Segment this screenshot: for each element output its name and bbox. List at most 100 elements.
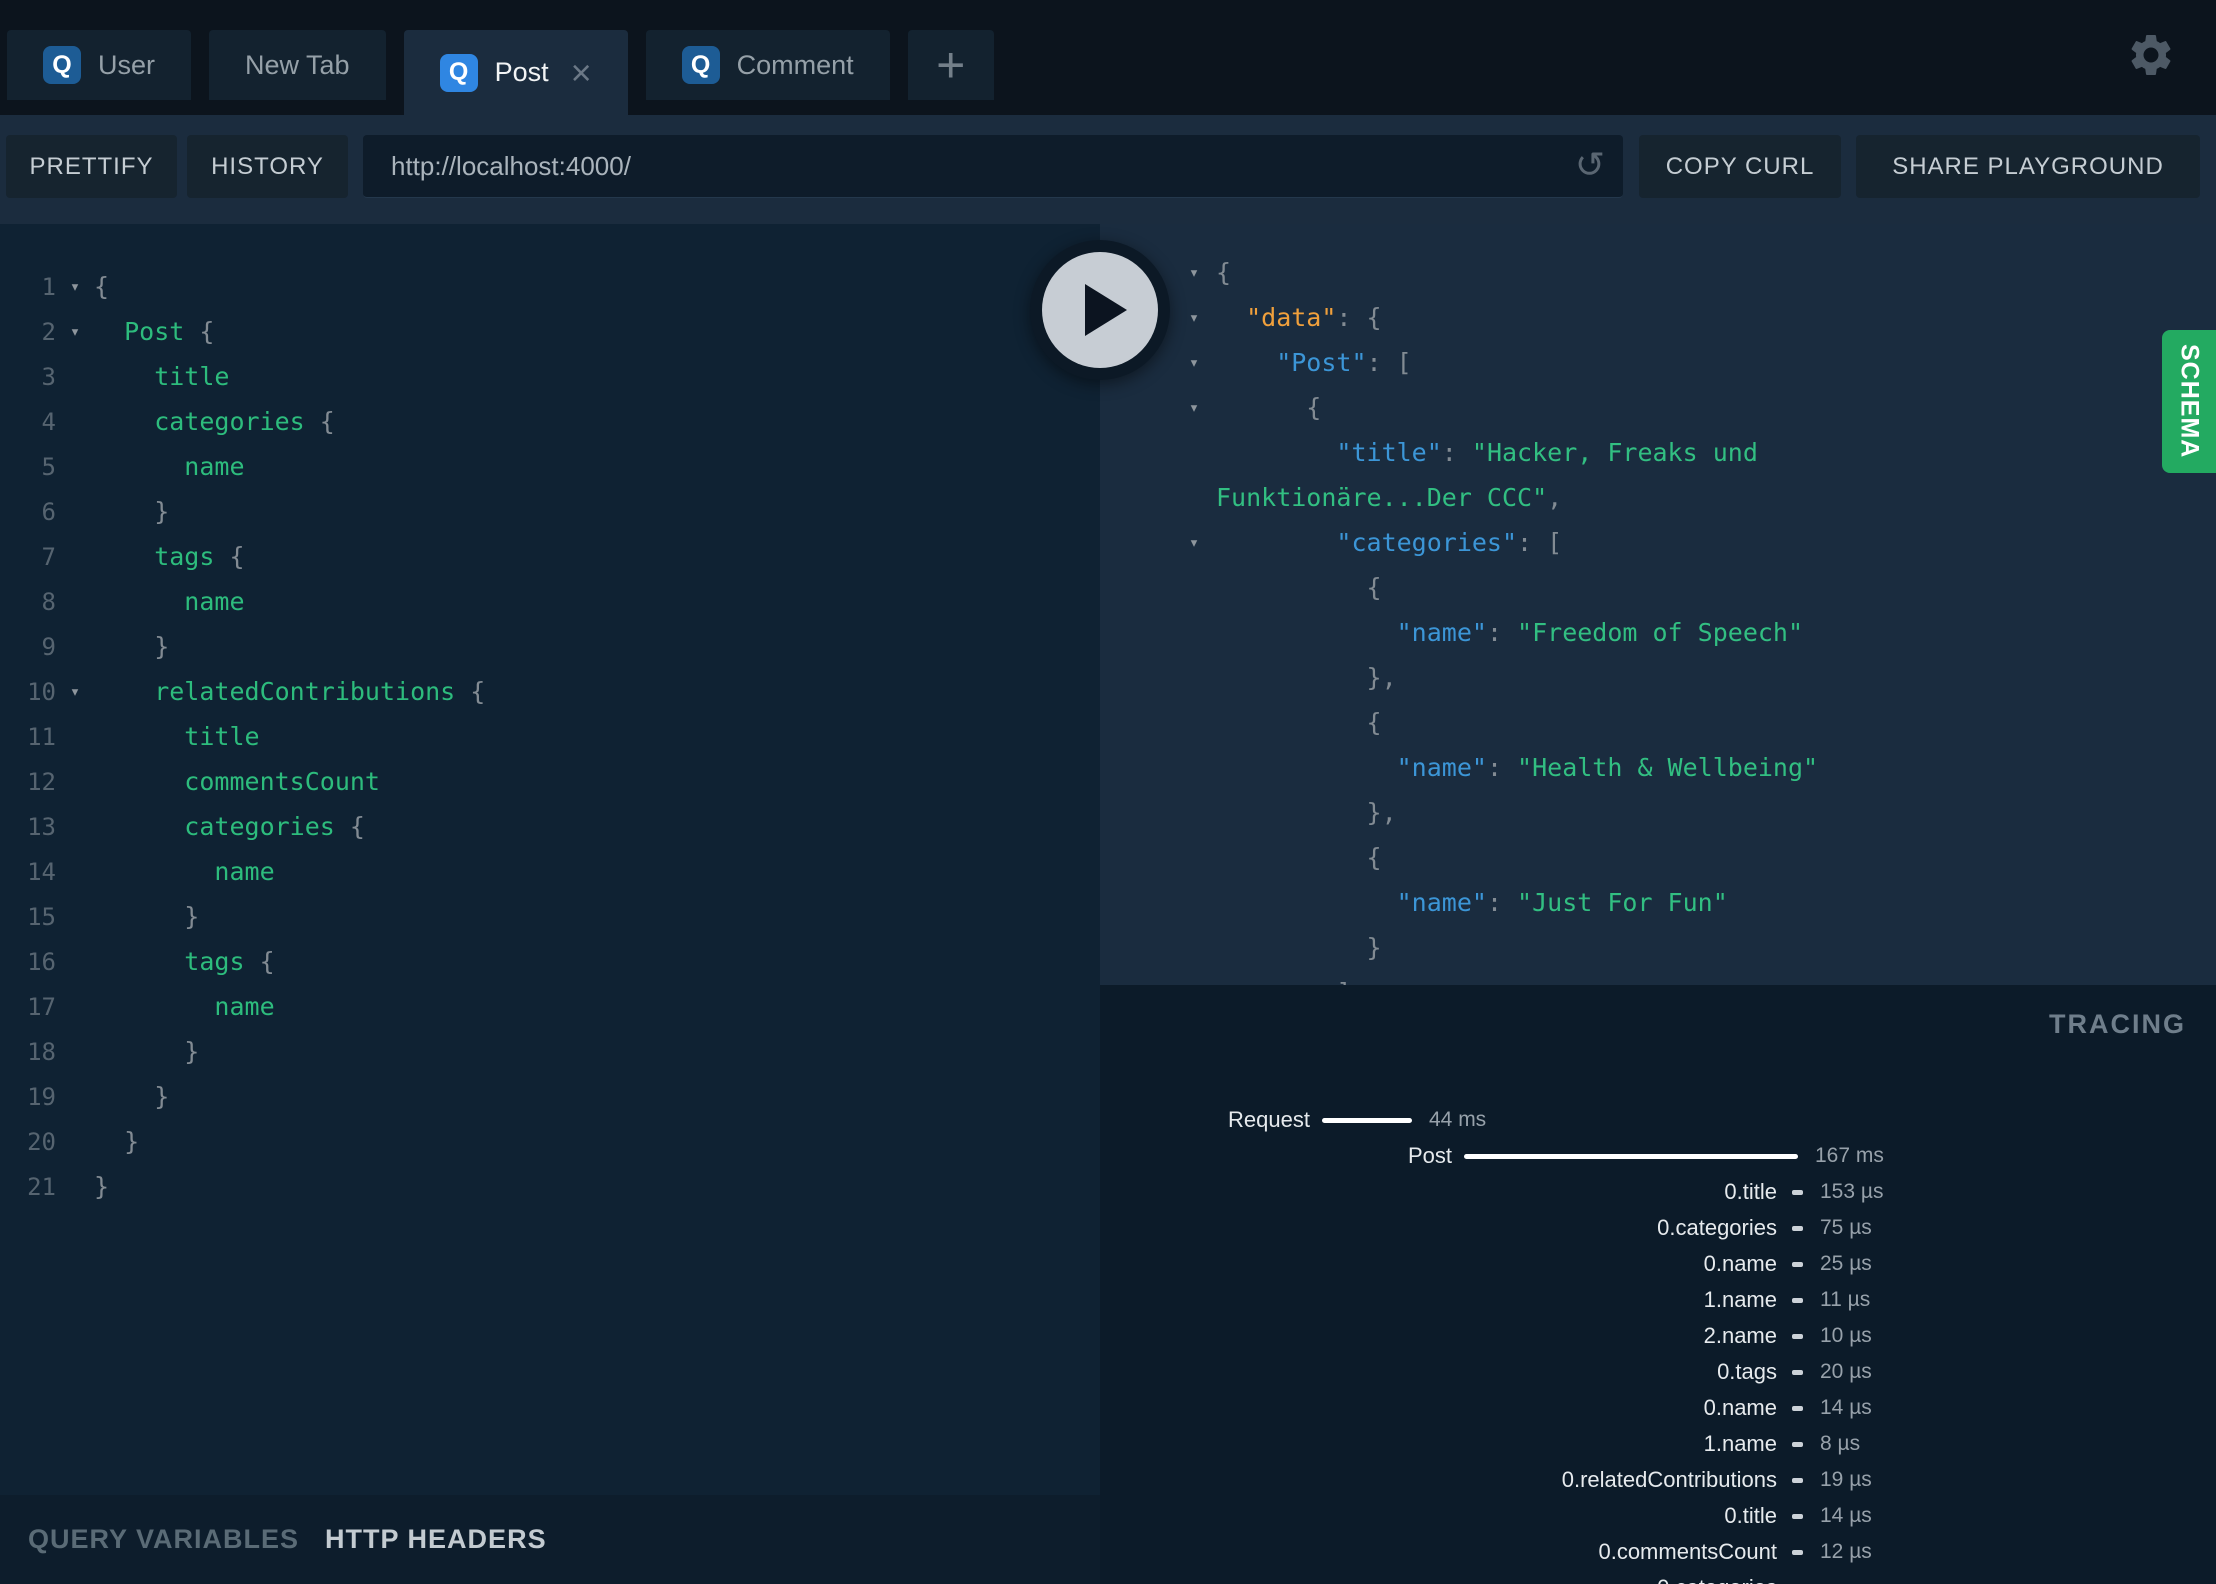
tracing-duration-tick [1792, 1369, 1803, 1375]
tracing-row-value: 44 ms [1429, 1108, 1487, 1131]
editor-line: 13 categories { [0, 804, 1100, 849]
query-variables-toggle[interactable]: QUERY VARIABLES [28, 1524, 299, 1555]
query-badge: Q [43, 46, 81, 84]
tracing-row-label: 2.name [1703, 1323, 1777, 1348]
fold-arrow-icon[interactable]: ▾ [1178, 533, 1210, 553]
tracing-panel-title[interactable]: TRACING [2049, 1009, 2186, 1040]
tracing-duration-tick [1792, 1513, 1803, 1519]
editor-line: 10 ▾ relatedContributions { [0, 669, 1100, 714]
tracing-row-label: Request [1228, 1107, 1310, 1132]
code-text: name [94, 587, 245, 616]
tracing-row: 0.commentsCount 12 µs [1100, 1534, 2216, 1570]
tab-post[interactable]: Q Post × [403, 30, 628, 115]
tracing-rows: Request 44 ms Post 167 ms 0.title 153 µs 0.cat… [1100, 1102, 2216, 1584]
tracing-row-label: 1.name [1703, 1431, 1777, 1456]
tracing-row-label: 0.name [1703, 1251, 1777, 1276]
tracing-row: 0.title 153 µs [1100, 1174, 2216, 1210]
tracing-duration-tick [1792, 1297, 1803, 1303]
gear-icon [2126, 35, 2176, 83]
code-text: relatedContributions { [94, 677, 486, 706]
tab-user[interactable]: Q User [7, 30, 192, 100]
code-text: name [94, 992, 275, 1021]
editor-line: 15 } [0, 894, 1100, 939]
close-icon[interactable]: × [571, 54, 592, 91]
response-line: Funktionäre...Der CCC", [1216, 483, 1563, 512]
editor-line: 21} [0, 1164, 1100, 1209]
tracing-duration-tick [1792, 1225, 1803, 1231]
share-playground-button[interactable]: SHARE PLAYGROUND [1856, 135, 2200, 198]
query-editor[interactable]: 1 ▾{2 ▾ Post {3 title 4 categories {5 name 6… [0, 224, 1100, 1495]
reload-icon[interactable]: ↺ [1575, 143, 1605, 186]
editor-line: 8 name [0, 579, 1100, 624]
graphql-playground: Q User New Tab Q Post × Q Comment + PRETTIFY HIS… [0, 0, 2216, 1584]
line-number: 14 [27, 857, 56, 886]
line-number: 9 [41, 632, 56, 661]
response-line: ▾ { [1100, 385, 2216, 430]
fold-arrow-icon[interactable]: ▾ [1178, 308, 1210, 328]
schema-tab-button[interactable]: SCHEMA [2162, 330, 2216, 473]
response-line: ▾{ [1100, 250, 2216, 295]
tab-comment[interactable]: Q Comment [645, 30, 890, 100]
plus-icon: + [936, 37, 966, 93]
response-line: { [1216, 573, 1382, 602]
execute-button-circle [1042, 252, 1158, 368]
code-text: } [94, 632, 170, 661]
tracing-duration-tick [1792, 1189, 1803, 1195]
code-text: name [94, 857, 275, 886]
tracing-row-value: 75 µs [1820, 1216, 1872, 1239]
code-text: } [94, 1037, 200, 1066]
tracing-row: 1.name 11 µs [1100, 1282, 2216, 1318]
response-line: { [1216, 843, 1382, 872]
tracing-row-value: 167 ms [1815, 1144, 1884, 1167]
tracing-panel: TRACING Request 44 ms Post 167 ms 0.title 153… [1100, 985, 2216, 1584]
editor-line: 6 } [0, 489, 1100, 534]
line-number: 2 [41, 317, 56, 346]
fold-arrow-icon[interactable]: ▾ [56, 277, 94, 297]
endpoint-url-input[interactable] [363, 135, 1623, 198]
code-text: categories { [94, 812, 365, 841]
tracing-row-label: 0.title [1724, 1503, 1777, 1528]
toolbar: PRETTIFY HISTORY ↺ COPY CURL SHARE PLAYG… [0, 115, 2216, 224]
line-number: 12 [27, 767, 56, 796]
line-number: 6 [41, 497, 56, 526]
tracing-row: 0.relatedContributions 19 µs [1100, 1462, 2216, 1498]
fold-arrow-icon[interactable]: ▾ [1178, 263, 1210, 283]
editor-line: 16 tags { [0, 939, 1100, 984]
tracing-row: Request 44 ms [1100, 1102, 2216, 1138]
code-text: } [94, 1172, 110, 1201]
fold-arrow-icon[interactable]: ▾ [56, 322, 94, 342]
tracing-duration-tick [1792, 1477, 1803, 1483]
copy-curl-button[interactable]: COPY CURL [1639, 135, 1841, 198]
query-editor-code: 1 ▾{2 ▾ Post {3 title 4 categories {5 name 6… [0, 224, 1100, 1209]
line-number: 11 [27, 722, 56, 751]
editor-line: 19 } [0, 1074, 1100, 1119]
tracing-duration-tick [1792, 1261, 1803, 1267]
fold-arrow-icon[interactable]: ▾ [1178, 398, 1210, 418]
execute-button[interactable] [1030, 240, 1170, 380]
line-number: 5 [41, 452, 56, 481]
line-number: 20 [27, 1127, 56, 1156]
line-number: 3 [41, 362, 56, 391]
response-line: ▾ "categories": [ [1100, 520, 2216, 565]
add-tab-button[interactable]: + [907, 30, 994, 100]
tab-new-tab[interactable]: New Tab [209, 30, 386, 100]
fold-arrow-icon[interactable]: ▾ [1178, 353, 1210, 373]
history-button[interactable]: HISTORY [187, 135, 348, 198]
tracing-row: Post 167 ms [1100, 1138, 2216, 1174]
tracing-row: 0.categories 75 µs [1100, 1210, 2216, 1246]
http-headers-toggle[interactable]: HTTP HEADERS [325, 1524, 547, 1555]
line-number: 16 [27, 947, 56, 976]
response-line: } [1216, 933, 1382, 962]
tracing-duration-tick [1792, 1441, 1803, 1447]
line-number: 13 [27, 812, 56, 841]
tracing-row: 1.name 8 µs [1100, 1426, 2216, 1462]
query-badge: Q [439, 53, 478, 92]
tracing-row: 2.name 10 µs [1100, 1318, 2216, 1354]
tracing-duration-tick [1792, 1333, 1803, 1339]
tracing-row-label: 1.name [1703, 1287, 1777, 1312]
response-line: { [1216, 708, 1382, 737]
fold-arrow-icon[interactable]: ▾ [56, 682, 94, 702]
prettify-button[interactable]: PRETTIFY [6, 135, 177, 198]
settings-button[interactable] [2126, 30, 2176, 83]
response-viewer: ▾{▾ "data": {▾ "Post": [▾ { "title": "Ha… [1100, 224, 2216, 985]
